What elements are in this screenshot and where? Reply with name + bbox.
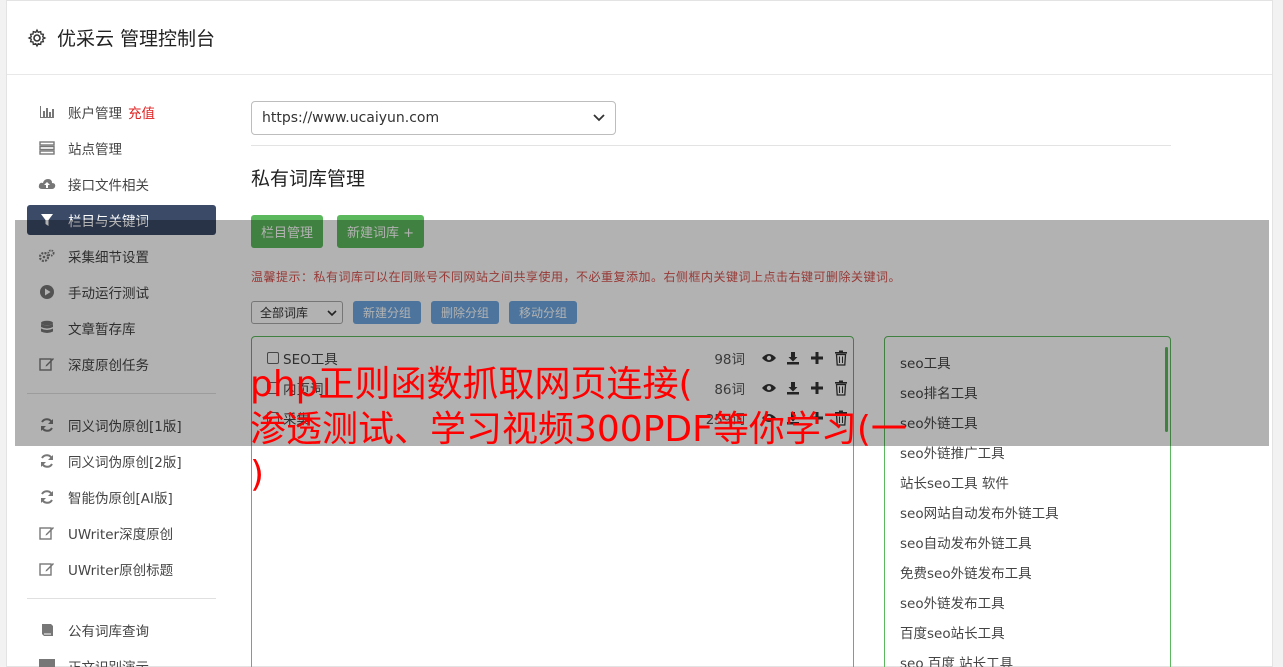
headline-line: php正则函数抓取网页连接(: [250, 364, 693, 405]
headline-overlay-text: php正则函数抓取网页连接( 渗透测试、学习视频300PDF等你学习(一 ): [250, 362, 1050, 497]
keyword-item[interactable]: seo网站自动发布外链工具: [885, 497, 1170, 527]
sidebar-item-label: UWriter深度原创: [68, 527, 174, 543]
sidebar-item-sites[interactable]: 站点管理: [27, 133, 216, 163]
sidebar-item-label: 同义词伪原创[2版]: [68, 455, 182, 471]
cloud-upload-icon: [38, 176, 56, 192]
sidebar-item-label: UWriter原创标题: [68, 563, 174, 579]
sidebar-item-synonym-v2[interactable]: 同义词伪原创[2版]: [27, 446, 216, 476]
site-select[interactable]: https://www.ucaiyun.com: [251, 101, 616, 135]
monitor-icon: [38, 658, 56, 667]
sidebar-item-uwriter-title[interactable]: UWriter原创标题: [27, 554, 216, 584]
page-title: 私有词库管理: [251, 168, 366, 190]
headline-line: 渗透测试、学习视频300PDF等你学习(一: [250, 409, 907, 450]
keyword-item[interactable]: seo 百度 站长工具: [885, 647, 1170, 667]
sidebar-item-label: 公有词库查询: [68, 624, 149, 640]
refresh-icon: [38, 489, 56, 505]
keyword-item[interactable]: seo自动发布外链工具: [885, 527, 1170, 557]
server-icon: [38, 140, 56, 156]
sidebar-item-ai-original[interactable]: 智能伪原创[AI版]: [27, 482, 216, 512]
divider: [251, 145, 1171, 146]
sidebar-item-label: 智能伪原创[AI版]: [68, 491, 173, 507]
sidebar-item-api-files[interactable]: 接口文件相关: [27, 169, 216, 199]
sidebar-item-label: 账户管理: [68, 106, 122, 122]
sidebar-item-text-recognition[interactable]: 正文识别演示: [27, 651, 216, 667]
book-icon: [38, 622, 56, 638]
bar-chart-icon: [38, 104, 56, 120]
keyword-item[interactable]: 免费seo外链发布工具: [885, 557, 1170, 587]
chevron-down-icon: [593, 110, 605, 126]
app-title: 优采云 管理控制台: [57, 28, 216, 50]
sidebar-divider: [27, 598, 216, 599]
site-select-value: https://www.ucaiyun.com: [262, 110, 440, 126]
edit-icon: [38, 525, 56, 541]
sidebar-item-label: 站点管理: [68, 142, 122, 158]
sidebar-item-label: 正文识别演示: [68, 656, 149, 667]
recharge-link[interactable]: 充值: [128, 102, 155, 122]
refresh-icon: [38, 453, 56, 469]
edit-icon: [38, 561, 56, 577]
sidebar-item-uwriter-deep[interactable]: UWriter深度原创: [27, 518, 216, 548]
keyword-item[interactable]: 百度seo站长工具: [885, 617, 1170, 647]
top-bar: 优采云 管理控制台: [7, 1, 1272, 75]
sidebar-item-label: 接口文件相关: [68, 178, 149, 194]
keyword-item[interactable]: seo外链发布工具: [885, 587, 1170, 617]
gear-icon: [27, 28, 47, 48]
sidebar-item-public-lexicon[interactable]: 公有词库查询: [27, 615, 216, 645]
headline-line: ): [250, 454, 265, 495]
sidebar-item-account[interactable]: 账户管理 充值: [27, 97, 216, 127]
